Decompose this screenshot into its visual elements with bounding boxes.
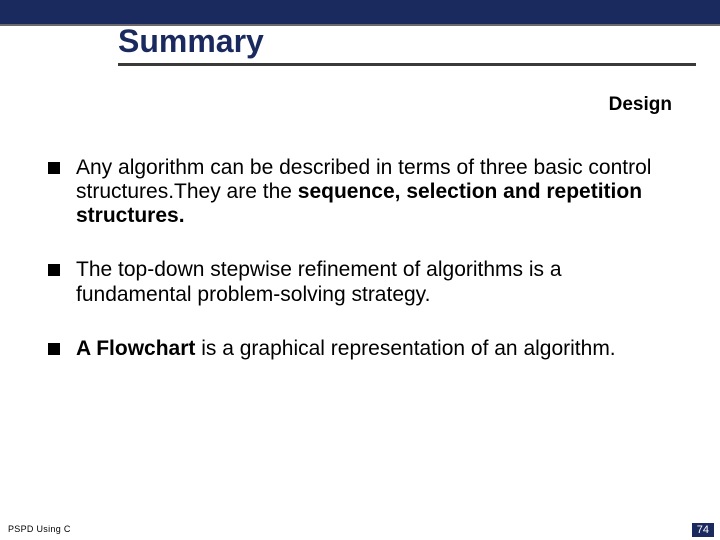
bullet-text: Any algorithm can be described in terms … [76,156,682,228]
footer-left: PSPD Using C [8,524,71,534]
bullet-marker-icon [48,264,60,276]
text-bold: A Flowchart [76,337,195,360]
list-item: The top-down stepwise refinement of algo… [48,258,682,306]
slide-title: Summary [118,24,696,59]
bullet-text: A Flowchart is a graphical representatio… [76,337,616,361]
bullet-marker-icon [48,162,60,174]
bullet-marker-icon [48,343,60,355]
bullet-list: Any algorithm can be described in terms … [48,156,682,391]
slide: Summary Design Any algorithm can be desc… [0,0,720,540]
page-number: 74 [692,523,714,537]
text-post: is a graphical representation of an algo… [195,337,615,360]
bullet-text: The top-down stepwise refinement of algo… [76,258,682,306]
top-band [0,0,720,26]
list-item: Any algorithm can be described in terms … [48,156,682,228]
title-underline [118,63,696,66]
design-label: Design [609,94,672,116]
title-area: Summary [118,24,696,66]
text-pre: The top-down stepwise refinement of algo… [76,258,562,305]
list-item: A Flowchart is a graphical representatio… [48,337,682,361]
